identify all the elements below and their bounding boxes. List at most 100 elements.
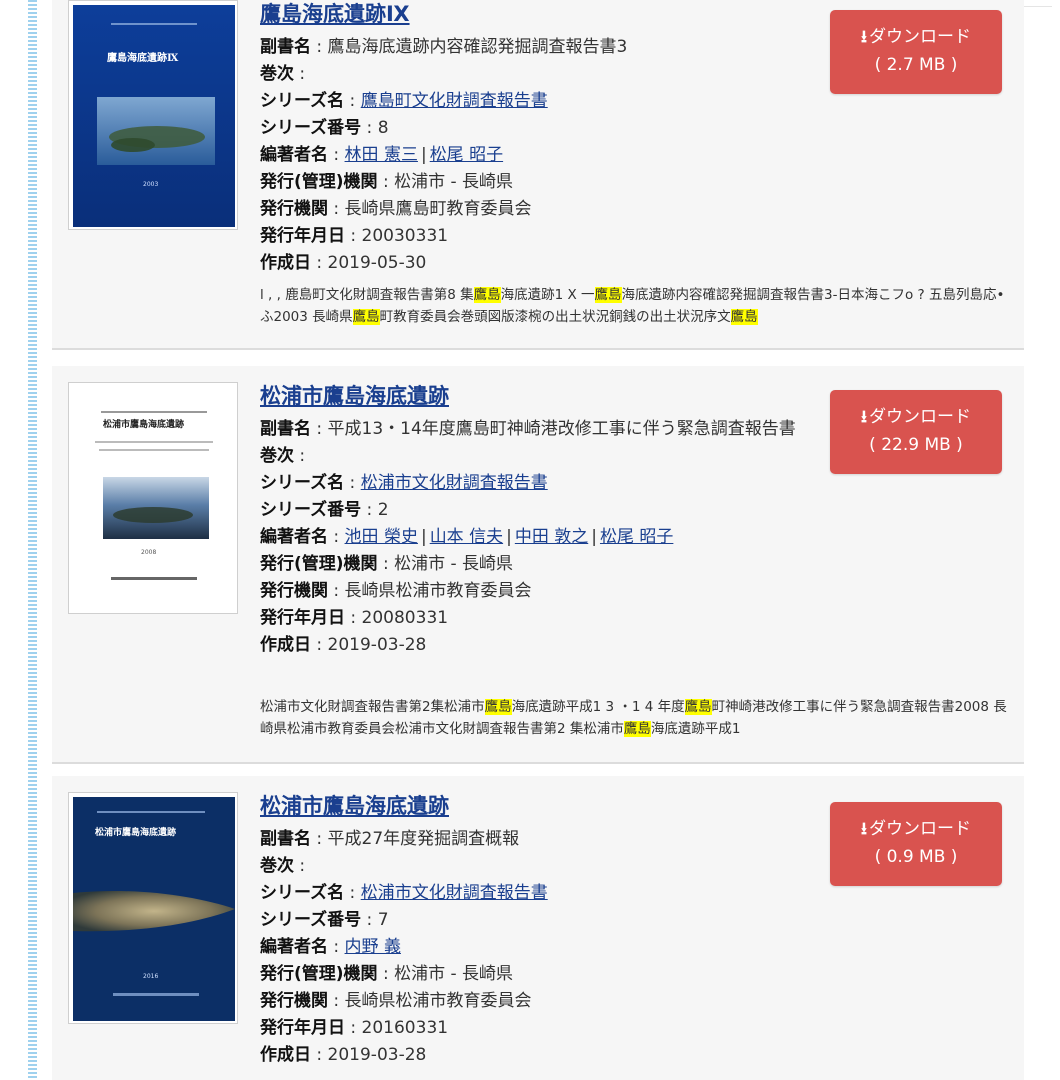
colon: : [328,145,345,165]
colon: : [294,64,306,84]
series-name-row: シリーズ名 : 松浦市文化財調査報告書 [260,470,818,497]
authors-label: 編著者名 [260,145,328,165]
result-title-link[interactable]: 松浦市鷹島海底遺跡 [260,792,818,820]
result-item: 鷹島海底遺跡Ⅸ 2003 鷹島海底遺跡Ⅸ 副書名 : 鷹島海底遺跡内容確認発掘調… [52,0,1024,350]
result-list: 鷹島海底遺跡Ⅸ 2003 鷹島海底遺跡Ⅸ 副書名 : 鷹島海底遺跡内容確認発掘調… [52,0,1024,1080]
colon: : [345,608,362,628]
series-name-link[interactable]: 鷹島町文化財調査報告書 [361,91,548,111]
cover-image[interactable]: 松浦市鷹島海底遺跡 2016 [68,792,238,1024]
snippet-text: 町教育委員会巻頭図版漆椀の出土状況銅銭の出土状況序文 [379,309,731,325]
pub-date-value: 20160331 [361,1018,449,1038]
author-link[interactable]: 内野 義 [345,937,401,957]
series-name-link[interactable]: 松浦市文化財調査報告書 [361,883,548,903]
author-link[interactable]: 松尾 昭子 [430,145,503,165]
text-snippet: l , , 鹿島町文化財調査報告書第8 集鷹島海底遺跡1 X 一鷹島海底遺跡内容… [260,284,1016,328]
series-number-value: 8 [377,118,389,138]
publisher-label: 発行機関 [260,991,328,1011]
created-value: 2019-05-30 [327,253,427,273]
volume-label: 巻次 [260,446,294,466]
authors-label: 編著者名 [260,527,328,547]
subtitle-row: 副書名 : 鷹島海底遺跡内容確認発掘調査報告書3 [260,34,818,61]
colon: : [361,910,378,930]
subtitle-value: 平成27年度発掘調査概報 [327,829,520,849]
series-number-row: シリーズ番号 : 2 [260,497,818,524]
series-name-row: シリーズ名 : 鷹島町文化財調査報告書 [260,88,818,115]
author-separator: | [420,145,427,165]
volume-label: 巻次 [260,64,294,84]
subtitle-row: 副書名 : 平成27年度発掘調査概報 [260,826,818,853]
snippet-highlight: 鷹島 [594,287,622,303]
volume-row: 巻次 : [260,61,818,88]
colon: : [328,199,345,219]
colon: : [328,991,345,1011]
created-label: 作成日 [260,635,311,655]
created-row: 作成日 : 2019-03-28 [260,632,818,659]
author-link[interactable]: 中田 敦之 [515,527,588,547]
subtitle-row: 副書名 : 平成13・14年度鷹島町神崎港改修工事に伴う緊急調査報告書 [260,416,818,443]
cover-title: 鷹島海底遺跡Ⅸ [107,53,179,64]
created-label: 作成日 [260,1045,311,1065]
snippet-text: 海底遺跡平成1 [650,721,741,737]
publisher-admin-row: 発行(管理)機関 : 松浦市 - 長崎県 [260,961,818,988]
text-snippet: 松浦市文化財調査報告書第2集松浦市鷹島海底遺跡平成1 3 ・1 4 年度鷹島町神… [260,696,1016,740]
pub-date-value: 20030331 [361,226,449,246]
series-name-label: シリーズ名 [260,883,345,903]
download-button[interactable]: ⭳ ダウンロード ( 2.7 MB ) [830,10,1002,94]
publisher-row: 発行機関 : 長崎県鷹島町教育委員会 [260,196,818,223]
colon: : [361,118,378,138]
publisher-value: 長崎県松浦市教育委員会 [344,581,532,601]
series-number-value: 7 [377,910,389,930]
download-button[interactable]: ⭳ ダウンロード ( 0.9 MB ) [830,802,1002,886]
result-title-link[interactable]: 松浦市鷹島海底遺跡 [260,382,818,410]
series-number-label: シリーズ番号 [260,118,362,138]
snippet-highlight: 鷹島 [352,309,380,325]
result-details: 鷹島海底遺跡Ⅸ 副書名 : 鷹島海底遺跡内容確認発掘調査報告書3 巻次 : シリ… [260,0,818,277]
colon: : [311,419,328,439]
subtitle-label: 副書名 [260,829,311,849]
pub-date-row: 発行年月日 : 20160331 [260,1015,818,1042]
cover-year: 2016 [143,973,159,980]
series-name-label: シリーズ名 [260,91,345,111]
colon: : [344,91,361,111]
colon: : [344,883,361,903]
result-item: 松浦市鷹島海底遺跡 2008 松浦市鷹島海底遺跡 副書名 : 平成13・14年度… [52,366,1024,764]
publisher-admin-value: 松浦市 - 長崎県 [394,964,514,984]
author-link[interactable]: 林田 憲三 [345,145,418,165]
author-link[interactable]: 松尾 昭子 [600,527,673,547]
download-icon: ⭳ [861,407,867,427]
snippet-highlight: 鷹島 [484,699,512,715]
colon: : [377,554,395,574]
pub-date-label: 発行年月日 [260,226,345,246]
colon: : [345,1018,362,1038]
result-details: 松浦市鷹島海底遺跡 副書名 : 平成13・14年度鷹島町神崎港改修工事に伴う緊急… [260,382,818,659]
colon: : [377,964,395,984]
cover-image[interactable]: 松浦市鷹島海底遺跡 2008 [68,382,238,614]
result-details: 松浦市鷹島海底遺跡 副書名 : 平成27年度発掘調査概報 巻次 : シリーズ名 … [260,792,818,1069]
result-title-link[interactable]: 鷹島海底遺跡Ⅸ [260,0,818,28]
volume-row: 巻次 : [260,443,818,470]
publisher-row: 発行機関 : 長崎県松浦市教育委員会 [260,988,818,1015]
colon: : [311,37,328,57]
download-button[interactable]: ⭳ ダウンロード ( 22.9 MB ) [830,390,1002,474]
snippet-highlight: 鷹島 [684,699,712,715]
colon: : [377,172,395,192]
series-number-row: シリーズ番号 : 8 [260,115,818,142]
publisher-admin-label: 発行(管理)機関 [260,172,378,192]
snippet-text: l , , 鹿島町文化財調査報告書第8 集 [260,287,474,303]
pub-date-value: 20080331 [361,608,449,628]
download-label: ダウンロード [868,27,971,47]
publisher-label: 発行機関 [260,199,328,219]
author-link[interactable]: 山本 信夫 [430,527,503,547]
colon: : [311,1045,328,1065]
cover-image[interactable]: 鷹島海底遺跡Ⅸ 2003 [68,0,238,230]
colon: : [328,581,345,601]
pub-date-row: 発行年月日 : 20080331 [260,605,818,632]
publisher-row: 発行機関 : 長崎県松浦市教育委員会 [260,578,818,605]
download-label: ダウンロード [868,407,971,427]
pub-date-row: 発行年月日 : 20030331 [260,223,818,250]
author-link[interactable]: 池田 榮史 [345,527,418,547]
cover-year: 2008 [141,549,157,556]
colon: : [294,856,306,876]
series-name-link[interactable]: 松浦市文化財調査報告書 [361,473,548,493]
publisher-admin-row: 発行(管理)機関 : 松浦市 - 長崎県 [260,169,818,196]
